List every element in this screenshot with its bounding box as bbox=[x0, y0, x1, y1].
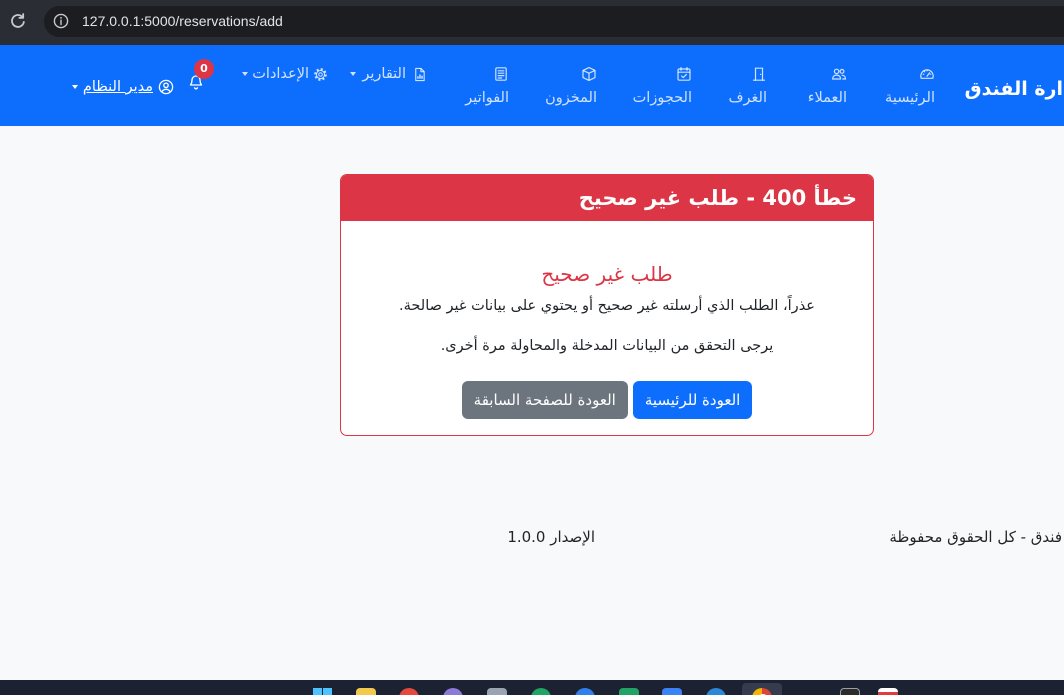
chevron-down-icon bbox=[350, 72, 357, 76]
red-app-icon[interactable] bbox=[399, 688, 419, 695]
calendar-app-icon[interactable] bbox=[878, 688, 898, 695]
main-content: خطأ 400 - طلب غير صحيح طلب غير صحيح عذرا… bbox=[0, 126, 1064, 680]
reports-dropdown-label: التقارير bbox=[362, 66, 406, 82]
reports-dropdown[interactable]: التقارير bbox=[350, 64, 427, 84]
green-app-icon[interactable] bbox=[531, 688, 551, 695]
nav-item-home[interactable]: الرئيسية bbox=[885, 66, 935, 108]
version-text: الإصدار 1.0.0 bbox=[507, 528, 595, 546]
blue-app-icon[interactable] bbox=[575, 688, 595, 695]
edge-browser-icon[interactable] bbox=[706, 688, 726, 695]
chevron-down-icon bbox=[71, 85, 78, 89]
address-bar[interactable]: 127.0.0.1:5000/reservations/add bbox=[44, 6, 1064, 37]
box-icon bbox=[581, 66, 597, 82]
settings-dropdown[interactable]: الإعدادات bbox=[242, 64, 328, 84]
user-name-label: مدير النظام bbox=[82, 79, 153, 95]
receipt-icon bbox=[493, 66, 509, 82]
nav-item-reservations[interactable]: الحجوزات bbox=[633, 66, 692, 108]
copyright-text: فندق - كل الحقوق محفوظة bbox=[889, 528, 1062, 546]
nav-item-label: العملاء bbox=[807, 90, 847, 106]
file-explorer-icon[interactable] bbox=[356, 688, 376, 695]
gray-app-icon[interactable] bbox=[487, 688, 507, 695]
nav-item-invoices[interactable]: الفواتير bbox=[465, 66, 509, 108]
user-menu-dropdown[interactable]: مدير النظام bbox=[71, 77, 174, 97]
people-icon bbox=[831, 66, 847, 82]
error-hint: يرجى التحقق من البيانات المدخلة والمحاول… bbox=[440, 338, 774, 354]
purple-app-icon[interactable] bbox=[443, 688, 463, 695]
brand-link[interactable]: ارة الفندق bbox=[965, 76, 1063, 102]
back-to-previous-page-button[interactable]: العودة للصفحة السابقة bbox=[461, 381, 628, 419]
nav-item-label: الحجوزات bbox=[632, 90, 692, 106]
reload-icon[interactable] bbox=[9, 12, 27, 30]
nav-item-label: الفواتير bbox=[465, 90, 509, 106]
blue-arrow-app-icon[interactable] bbox=[662, 688, 682, 695]
calendar-check-icon bbox=[676, 66, 692, 82]
error-heading: طلب غير صحيح bbox=[541, 262, 673, 286]
browser-toolbar: 127.0.0.1:5000/reservations/add bbox=[0, 0, 1064, 45]
back-to-home-button[interactable]: العودة للرئيسية bbox=[632, 381, 753, 419]
windows-start-icon[interactable] bbox=[313, 688, 333, 695]
error-card-title: خطأ 400 - طلب غير صحيح bbox=[578, 186, 857, 210]
nav-item-inventory[interactable]: المخزون bbox=[545, 66, 597, 108]
os-taskbar bbox=[0, 680, 1064, 695]
person-circle-icon bbox=[158, 79, 174, 95]
speedometer-icon bbox=[919, 66, 935, 82]
main-navbar: ارة الفندق الرئيسية العملاء الغرف الحجوز… bbox=[0, 45, 1064, 126]
url-text[interactable]: 127.0.0.1:5000/reservations/add bbox=[82, 6, 283, 37]
nav-item-rooms[interactable]: الغرف bbox=[729, 66, 767, 108]
error-message: عذراً، الطلب الذي أرسلته غير صحيح أو يحت… bbox=[399, 298, 815, 314]
nav-item-label: الرئيسية bbox=[885, 90, 935, 106]
info-icon[interactable] bbox=[53, 13, 69, 29]
nav-item-customers[interactable]: العملاء bbox=[808, 66, 847, 108]
error-card: خطأ 400 - طلب غير صحيح طلب غير صحيح عذرا… bbox=[340, 174, 874, 436]
error-actions: العودة للرئيسية العودة للصفحة السابقة bbox=[357, 381, 857, 419]
nav-item-label: المخزون bbox=[545, 90, 597, 106]
bar-chart-file-icon bbox=[412, 67, 427, 82]
gear-icon bbox=[313, 67, 328, 82]
settings-dropdown-label: الإعدادات bbox=[252, 66, 309, 82]
nav-item-label: الغرف bbox=[728, 90, 767, 106]
door-icon bbox=[751, 66, 767, 82]
chevron-down-icon bbox=[242, 72, 249, 76]
error-card-body: طلب غير صحيح عذراً، الطلب الذي أرسلته غي… bbox=[341, 221, 873, 419]
notification-count-badge[interactable]: 0 bbox=[194, 59, 214, 79]
error-card-header: خطأ 400 - طلب غير صحيح bbox=[341, 175, 873, 221]
spreadsheet-app-icon[interactable] bbox=[619, 688, 639, 695]
terminal-icon[interactable] bbox=[840, 688, 860, 695]
